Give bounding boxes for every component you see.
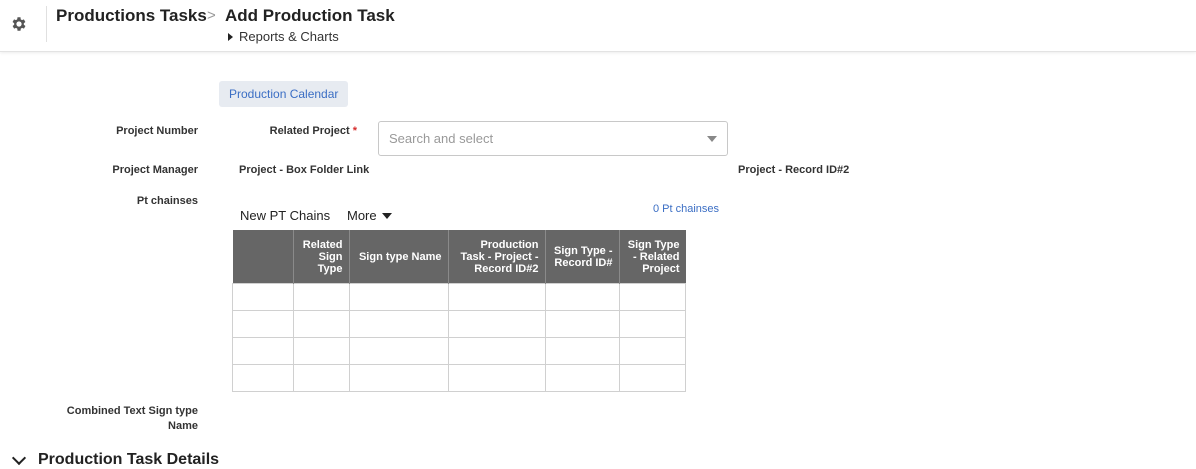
record-id-label: Project - Record ID#2 xyxy=(738,164,850,176)
column-header[interactable]: Production Task - Project - Record ID#2 xyxy=(448,230,546,284)
gear-icon[interactable] xyxy=(10,15,28,33)
page-header: Productions Tasks > Add Production Task … xyxy=(0,0,1196,52)
table-cell xyxy=(447,310,546,338)
table-cell xyxy=(618,283,686,311)
table-cell xyxy=(544,364,620,392)
column-header[interactable] xyxy=(232,230,294,284)
pt-chains-table: Related Sign Type Sign type Name Product… xyxy=(232,230,686,392)
table-cell xyxy=(348,364,449,392)
combined-text-label-line1: Combined Text Sign type xyxy=(66,405,198,417)
table-cell xyxy=(232,364,294,392)
box-folder-link-label: Project - Box Folder Link xyxy=(239,164,370,176)
table-cell xyxy=(447,283,546,311)
project-manager-label: Project Manager xyxy=(112,164,198,176)
new-pt-chains-button[interactable]: New PT Chains xyxy=(240,208,330,223)
table-cell xyxy=(232,310,294,338)
related-project-label-text: Related Project xyxy=(269,125,350,137)
column-header[interactable]: Related Sign Type xyxy=(293,230,350,284)
table-cell xyxy=(544,310,620,338)
caret-right-icon xyxy=(228,32,233,41)
related-project-placeholder: Search and select xyxy=(389,131,494,146)
table-cell xyxy=(348,283,449,311)
related-project-label: Related Project * xyxy=(232,125,357,137)
table-cell xyxy=(447,337,546,365)
table-cell xyxy=(292,283,350,311)
combined-text-label-line2: Name xyxy=(168,420,198,432)
table-cell xyxy=(348,310,449,338)
table-cell xyxy=(348,337,449,365)
required-marker: * xyxy=(352,125,357,137)
more-button-label: More xyxy=(347,208,377,223)
table-cell xyxy=(292,310,350,338)
table-cell xyxy=(447,364,546,392)
pt-chainses-label: Pt chainses xyxy=(136,195,198,207)
table-cell xyxy=(232,283,294,311)
column-header[interactable]: Sign Type - Related Project xyxy=(619,230,686,284)
table-cell xyxy=(618,310,686,338)
table-row xyxy=(232,364,686,392)
breadcrumb-table-link[interactable]: Productions Tasks xyxy=(56,6,207,26)
header-divider xyxy=(46,6,47,42)
section-title: Production Task Details xyxy=(38,451,220,468)
chevron-down-icon xyxy=(707,136,717,142)
table-cell xyxy=(292,364,350,392)
pt-chainses-count[interactable]: 0 Pt chainses xyxy=(653,203,719,215)
table-cell xyxy=(544,283,620,311)
more-button[interactable]: More xyxy=(347,208,392,223)
chevron-down-icon xyxy=(381,212,392,219)
related-project-select[interactable]: Search and select xyxy=(378,121,728,156)
table-row xyxy=(232,337,686,365)
production-calendar-button[interactable]: Production Calendar xyxy=(219,81,349,107)
table-cell xyxy=(544,337,620,365)
table-cell xyxy=(232,337,294,365)
reports-charts-label: Reports & Charts xyxy=(239,29,339,44)
table-row xyxy=(232,310,686,338)
project-number-label: Project Number xyxy=(116,125,198,137)
table-cell xyxy=(292,337,350,365)
reports-charts-toggle[interactable]: Reports & Charts xyxy=(228,29,339,44)
table-cell xyxy=(618,364,686,392)
chevron-down-icon xyxy=(11,450,27,465)
table-row xyxy=(232,283,686,311)
breadcrumb-separator: > xyxy=(207,7,216,24)
combined-text-sign-type-label: Combined Text Sign type Name xyxy=(40,404,198,434)
page-title: Add Production Task xyxy=(225,6,395,25)
production-task-details-section-toggle[interactable]: Production Task Details xyxy=(11,450,220,469)
table-cell xyxy=(618,337,686,365)
column-header[interactable]: Sign Type - Record ID# xyxy=(545,230,620,284)
column-header[interactable]: Sign type Name xyxy=(349,230,449,284)
table-header-row: Related Sign Type Sign type Name Product… xyxy=(232,230,686,284)
